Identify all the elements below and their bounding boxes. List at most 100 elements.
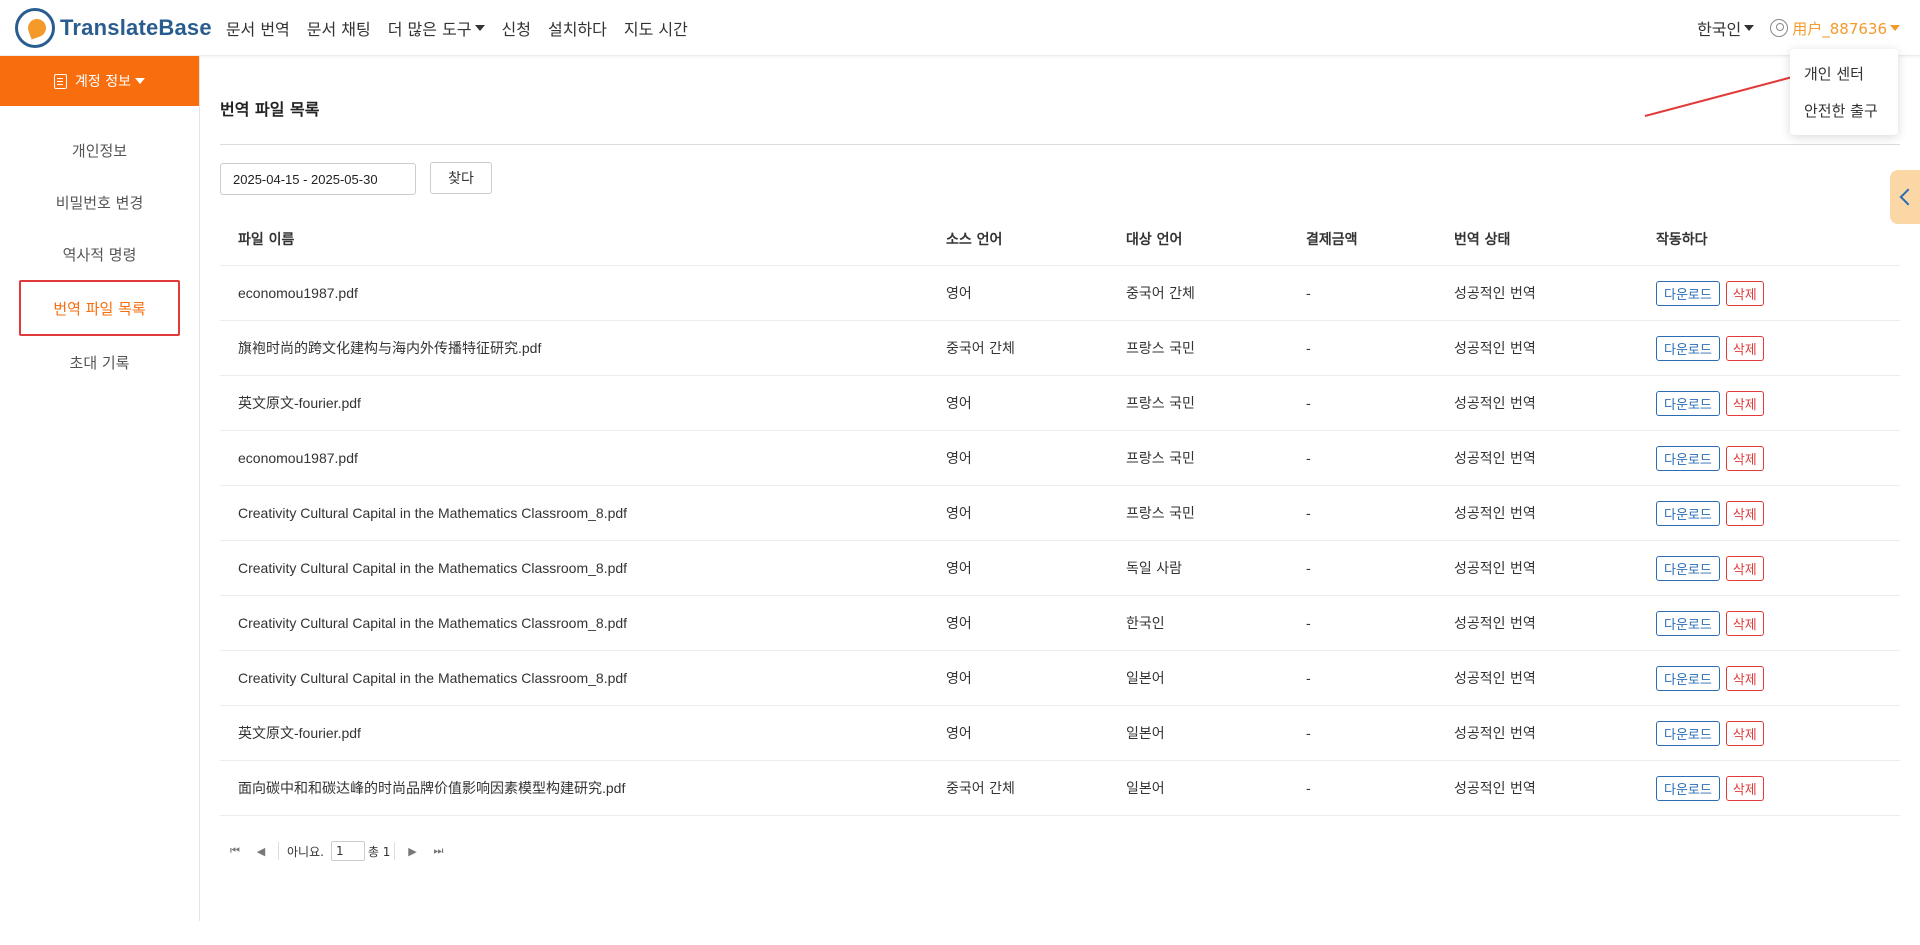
delete-button[interactable]: 삭제 xyxy=(1725,445,1764,471)
download-button[interactable]: 다운로드 xyxy=(1656,555,1720,581)
table-row: Creativity Cultural Capital in the Mathe… xyxy=(220,596,1900,651)
nav-label: 문서 번역 xyxy=(225,19,290,39)
sidebar-item-translated-files[interactable]: 번역 파일 목록 xyxy=(19,280,180,336)
download-button[interactable]: 다운로드 xyxy=(1656,445,1720,471)
nav-item-document-chat[interactable]: 문서 채팅 xyxy=(307,16,371,40)
caret-down-icon xyxy=(1744,25,1755,31)
sidebar-item-invite-records[interactable]: 초대 기록 xyxy=(0,336,199,388)
column-header-payment-amount: 결제금액 xyxy=(1306,231,1358,248)
cell-payment-amount: - xyxy=(1306,450,1311,466)
download-button[interactable]: 다운로드 xyxy=(1656,720,1720,746)
table-row: 面向碳中和和碳达峰的时尚品牌价值影响因素模型构建研究.pdf 중국어 간체 일본어 -… xyxy=(220,761,1900,816)
logo-text: TranslateBase xyxy=(60,14,212,40)
nav-item-more-tools[interactable]: 더 많은 도구 xyxy=(388,16,485,40)
cell-target-language: 중국어 간체 xyxy=(1126,286,1195,302)
nav-label: 문서 채팅 xyxy=(306,19,371,39)
user-icon xyxy=(1770,19,1789,37)
delete-button[interactable]: 삭제 xyxy=(1725,390,1764,416)
delete-button[interactable]: 삭제 xyxy=(1725,720,1764,746)
download-button[interactable]: 다운로드 xyxy=(1656,775,1720,801)
pagination: ⏮ ◀ 아니요. 1 총 1 ▶ ⏭ xyxy=(226,841,455,861)
download-button[interactable]: 다운로드 xyxy=(1656,335,1720,361)
cell-payment-amount: - xyxy=(1306,505,1311,521)
sidebar: 계정 정보 개인정보 비밀번호 변경 역사적 명령 번역 파일 목록 초대 기록 xyxy=(0,56,200,921)
nav-item-document-translation[interactable]: 문서 번역 xyxy=(226,16,290,40)
nav-item-install[interactable]: 설치하다 xyxy=(548,16,607,40)
table-row: Creativity Cultural Capital in the Mathe… xyxy=(220,486,1900,541)
logo[interactable]: TranslateBase xyxy=(15,7,212,48)
cell-source-language: 영어 xyxy=(946,396,972,412)
nav-item-tutorial[interactable]: 지도 시간 xyxy=(624,16,688,40)
delete-button[interactable]: 삭제 xyxy=(1725,610,1764,636)
nav-label: 신청 xyxy=(501,19,531,39)
download-button[interactable]: 다운로드 xyxy=(1656,390,1720,416)
cell-file-name: economou1987.pdf xyxy=(238,450,358,466)
menu-item-personal-center[interactable]: 개인 센터 xyxy=(1790,55,1898,92)
delete-button[interactable]: 삭제 xyxy=(1725,775,1764,801)
cell-source-language: 중국어 간체 xyxy=(946,341,1015,357)
cell-payment-amount: - xyxy=(1306,285,1311,301)
nav-label: 설치하다 xyxy=(547,19,607,39)
cell-source-language: 영어 xyxy=(946,561,972,577)
language-label: 한국인 xyxy=(1697,20,1742,39)
cell-source-language: 영어 xyxy=(946,726,972,742)
table-header: 파일 이름 소스 언어 대상 언어 결제금액 번역 상태 작동하다 xyxy=(220,212,1900,266)
download-button[interactable]: 다운로드 xyxy=(1656,665,1720,691)
last-page-icon[interactable]: ⏭ xyxy=(429,842,447,860)
download-button[interactable]: 다운로드 xyxy=(1656,500,1720,526)
cell-source-language: 영어 xyxy=(946,671,972,687)
delete-button[interactable]: 삭제 xyxy=(1725,665,1764,691)
page-number-input[interactable]: 1 xyxy=(330,841,365,861)
cell-file-name: 英文原文-fourier.pdf xyxy=(238,395,361,411)
next-page-icon[interactable]: ▶ xyxy=(403,842,421,860)
cell-status: 성공적인 번역 xyxy=(1454,451,1536,467)
nav-item-apply[interactable]: 신청 xyxy=(502,16,531,40)
cell-actions: 다운로드 삭제 xyxy=(1638,500,1900,526)
download-button[interactable]: 다운로드 xyxy=(1656,610,1720,636)
sidebar-item-order-history[interactable]: 역사적 명령 xyxy=(0,228,199,280)
sidebar-item-change-password[interactable]: 비밀번호 변경 xyxy=(0,176,199,228)
cell-file-name: Creativity Cultural Capital in the Mathe… xyxy=(238,505,628,521)
delete-button[interactable]: 삭제 xyxy=(1725,280,1764,306)
delete-button[interactable]: 삭제 xyxy=(1725,335,1764,361)
divider xyxy=(220,144,1900,145)
username: 用户_887636 xyxy=(1792,19,1887,38)
caret-down-icon xyxy=(474,24,485,31)
date-range-input[interactable]: 2025-04-15 - 2025-05-30 xyxy=(220,163,416,195)
cell-target-language: 독일 사람 xyxy=(1126,561,1182,577)
cell-source-language: 영어 xyxy=(946,451,972,467)
cell-actions: 다운로드 삭제 xyxy=(1638,775,1900,801)
cell-actions: 다운로드 삭제 xyxy=(1638,445,1900,471)
language-selector[interactable]: 한국인 xyxy=(1697,16,1755,40)
side-panel-toggle[interactable] xyxy=(1890,170,1920,224)
menu-item-logout[interactable]: 안전한 출구 xyxy=(1790,92,1898,129)
table-row: 英文原文-fourier.pdf 영어 일본어 - 성공적인 번역 다운로드 삭제 xyxy=(220,706,1900,761)
cell-file-name: 旗袍时尚的跨文化建构与海内外传播特征研究.pdf xyxy=(238,340,542,356)
cell-file-name: Creativity Cultural Capital in the Mathe… xyxy=(238,560,628,576)
top-header: TranslateBase 문서 번역 문서 채팅 더 많은 도구 신청 설치하… xyxy=(0,0,1920,56)
files-table: 파일 이름 소스 언어 대상 언어 결제금액 번역 상태 작동하다 econom… xyxy=(220,212,1900,816)
delete-button[interactable]: 삭제 xyxy=(1725,555,1764,581)
cell-payment-amount: - xyxy=(1306,670,1311,686)
delete-button[interactable]: 삭제 xyxy=(1725,500,1764,526)
cell-payment-amount: - xyxy=(1306,780,1311,796)
user-dropdown-menu: 개인 센터 안전한 출구 xyxy=(1790,49,1898,135)
first-page-icon[interactable]: ⏮ xyxy=(226,842,244,860)
sidebar-header-account-info[interactable]: 계정 정보 xyxy=(0,56,199,106)
nav-label: 더 많은 도구 xyxy=(387,19,472,39)
column-header-source-language: 소스 언어 xyxy=(946,231,1003,248)
search-button[interactable]: 찾다 xyxy=(430,162,492,194)
column-header-status: 번역 상태 xyxy=(1454,231,1511,248)
prev-page-icon[interactable]: ◀ xyxy=(252,842,270,860)
cell-target-language: 한국인 xyxy=(1126,616,1165,632)
page-title: 번역 파일 목록 xyxy=(220,100,320,119)
table-row: economou1987.pdf 영어 프랑스 국민 - 성공적인 번역 다운로드 삭제 xyxy=(220,431,1900,486)
user-menu-trigger[interactable]: 用户_887636 xyxy=(1770,18,1900,39)
cell-actions: 다운로드 삭제 xyxy=(1638,335,1900,361)
cell-status: 성공적인 번역 xyxy=(1454,781,1536,797)
sidebar-item-personal-info[interactable]: 개인정보 xyxy=(0,124,199,176)
table-row: Creativity Cultural Capital in the Mathe… xyxy=(220,651,1900,706)
download-button[interactable]: 다운로드 xyxy=(1656,280,1720,306)
document-icon xyxy=(54,73,67,89)
cell-source-language: 영어 xyxy=(946,506,972,522)
